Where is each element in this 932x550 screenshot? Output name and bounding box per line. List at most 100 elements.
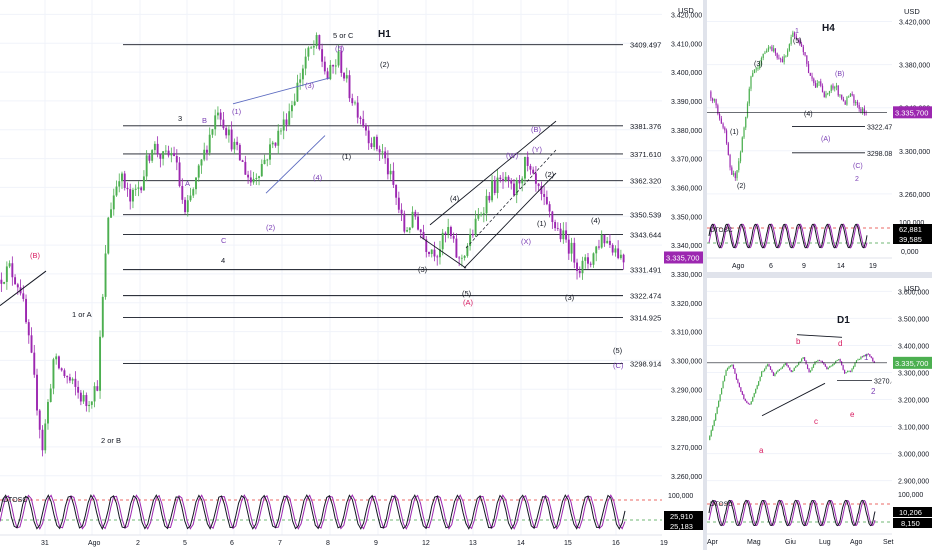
h1-candle-body: [570, 242, 573, 254]
h1-candle-body: [299, 79, 302, 83]
h4-candle-body: [780, 58, 782, 60]
h1-wave-label: 4: [221, 256, 225, 265]
d1-candle-body: [793, 367, 795, 371]
h4-candle-body: [842, 99, 845, 102]
h1-candle-body: [96, 386, 99, 391]
h1-candle-body: [395, 184, 398, 198]
h1-candle-body: [474, 218, 477, 236]
h1-candle-body: [332, 64, 335, 67]
h1-candle-body: [77, 386, 80, 393]
h1-candle-body: [189, 195, 192, 201]
h1-candle-body: [554, 222, 557, 229]
d1-chart-panel[interactable]: 3270.42 b d 1 2 c e a D1 DTOSC 3.600,000 3.500,000 3…: [707, 278, 932, 550]
d1-osc-v2: 8,150: [901, 519, 920, 528]
h4-candle-body: [724, 127, 726, 131]
d1-candle-body: [777, 370, 779, 373]
h4-candle-body: [746, 103, 749, 117]
h1-candle-body: [334, 65, 337, 67]
h1-candle-body: [41, 429, 44, 451]
h1-candle-body: [386, 158, 389, 175]
d1-candle-body: [842, 365, 844, 370]
h4-wave-label: (A): [821, 136, 830, 143]
h1-candle-body: [614, 248, 617, 253]
h1-candle-body: [518, 180, 521, 184]
h1-candle-body: [44, 423, 47, 451]
h1-chart-canvas[interactable]: 3409.497 3381.376 3371.610 3362.320 3350.539…: [0, 0, 703, 550]
h4-candle-body: [743, 127, 745, 138]
h4-candle-body: [718, 114, 721, 119]
h1-wave-label: (C): [613, 361, 624, 370]
h4-candle-body: [752, 73, 754, 77]
d1-candle-body: [750, 401, 752, 405]
h4-candle-body: [823, 92, 825, 98]
d1-candle-body: [720, 388, 723, 395]
d1-title: D1: [837, 315, 850, 326]
h1-wave-label: 1 or A: [72, 310, 92, 319]
h1-candle-body: [11, 263, 14, 278]
h1-candle-body: [238, 144, 241, 161]
h4-candle-body: [846, 97, 848, 105]
h4-x-tick-label: 6: [769, 263, 773, 270]
h1-candle-body: [447, 226, 450, 234]
d1-y-tick-label: 3.400,000: [898, 343, 929, 350]
h1-candle-body: [82, 395, 85, 402]
h4-wave-label: (C): [853, 163, 863, 170]
h1-candle-body: [449, 226, 452, 237]
h4-candle-body: [790, 37, 792, 45]
h1-candle-body: [384, 151, 387, 159]
h1-channel-upper: [429, 120, 557, 226]
h4-chart-panel[interactable]: 3322.474 3298.082 1 (5) (3) (B) (1) (4) (A) (2) (C…: [707, 0, 932, 272]
h1-candle-body: [241, 160, 244, 162]
h4-candle-body: [802, 46, 804, 53]
h1-candle-body: [293, 101, 296, 106]
h1-chart-panel[interactable]: 3409.497 3381.376 3371.610 3362.320 3350.539…: [0, 0, 703, 550]
h4-candle-body: [814, 83, 817, 88]
h1-level-label: 3350.539: [630, 211, 661, 220]
h1-candle-body: [488, 195, 491, 201]
h1-candle-body: [556, 228, 559, 229]
h1-candle-body: [249, 177, 252, 183]
h1-candle-body: [280, 130, 282, 132]
d1-candle-body: [817, 360, 819, 362]
h1-candle-body: [115, 186, 118, 196]
h1-level-label: 3381.376: [630, 122, 661, 131]
h4-candle-body: [816, 83, 818, 88]
d1-candle-body: [846, 371, 849, 373]
h4-candle-body: [755, 68, 757, 70]
h1-candle-body: [162, 151, 165, 159]
h4-candle-body: [738, 161, 740, 171]
h1-candle-body: [608, 240, 611, 245]
d1-y-tick-label: 3.500,000: [898, 316, 929, 323]
h1-candle-body: [581, 260, 584, 274]
h1-candle-body: [428, 251, 430, 254]
h4-chart-canvas[interactable]: 3322.474 3298.082 1 (5) (3) (B) (1) (4) (A) (2) (C…: [707, 0, 932, 272]
d1-candle-body: [710, 430, 712, 437]
h1-candle-body: [38, 410, 41, 430]
h4-candle-body: [858, 105, 860, 109]
h4-candle-body: [750, 76, 752, 89]
d1-osc-label: DTOSC: [710, 501, 733, 508]
d1-x-tick-label: Set: [883, 539, 894, 546]
h4-candle-body: [712, 98, 714, 101]
h1-wave-label: (3): [305, 81, 315, 90]
h1-candle-body: [499, 177, 502, 180]
h1-y-tick-label: 3.320,000: [671, 301, 702, 308]
h4-candle-body: [757, 68, 759, 69]
d1-candle-body: [849, 371, 852, 372]
h1-candle-body: [329, 64, 332, 80]
d1-chart-canvas[interactable]: 3270.42b d12ceaD1DTOSC3.600,0003.500,0003…: [707, 278, 932, 550]
h1-candle-body: [562, 230, 565, 240]
d1-candle-body: [869, 354, 871, 357]
h1-level-label: 3362.320: [630, 177, 661, 186]
h1-candle-body: [455, 238, 458, 258]
h4-candle-body: [722, 123, 724, 128]
d1-candle-body: [752, 397, 754, 402]
d1-candle-body: [758, 381, 760, 386]
h1-candle-body: [513, 183, 515, 196]
h1-wave-label: B: [202, 116, 207, 125]
h4-candle-body: [830, 85, 832, 91]
h1-x-tick-label: Ago: [88, 540, 101, 547]
h1-candle-body: [373, 136, 376, 148]
h1-candle-body: [318, 35, 321, 50]
d1-candle-body: [762, 371, 764, 372]
